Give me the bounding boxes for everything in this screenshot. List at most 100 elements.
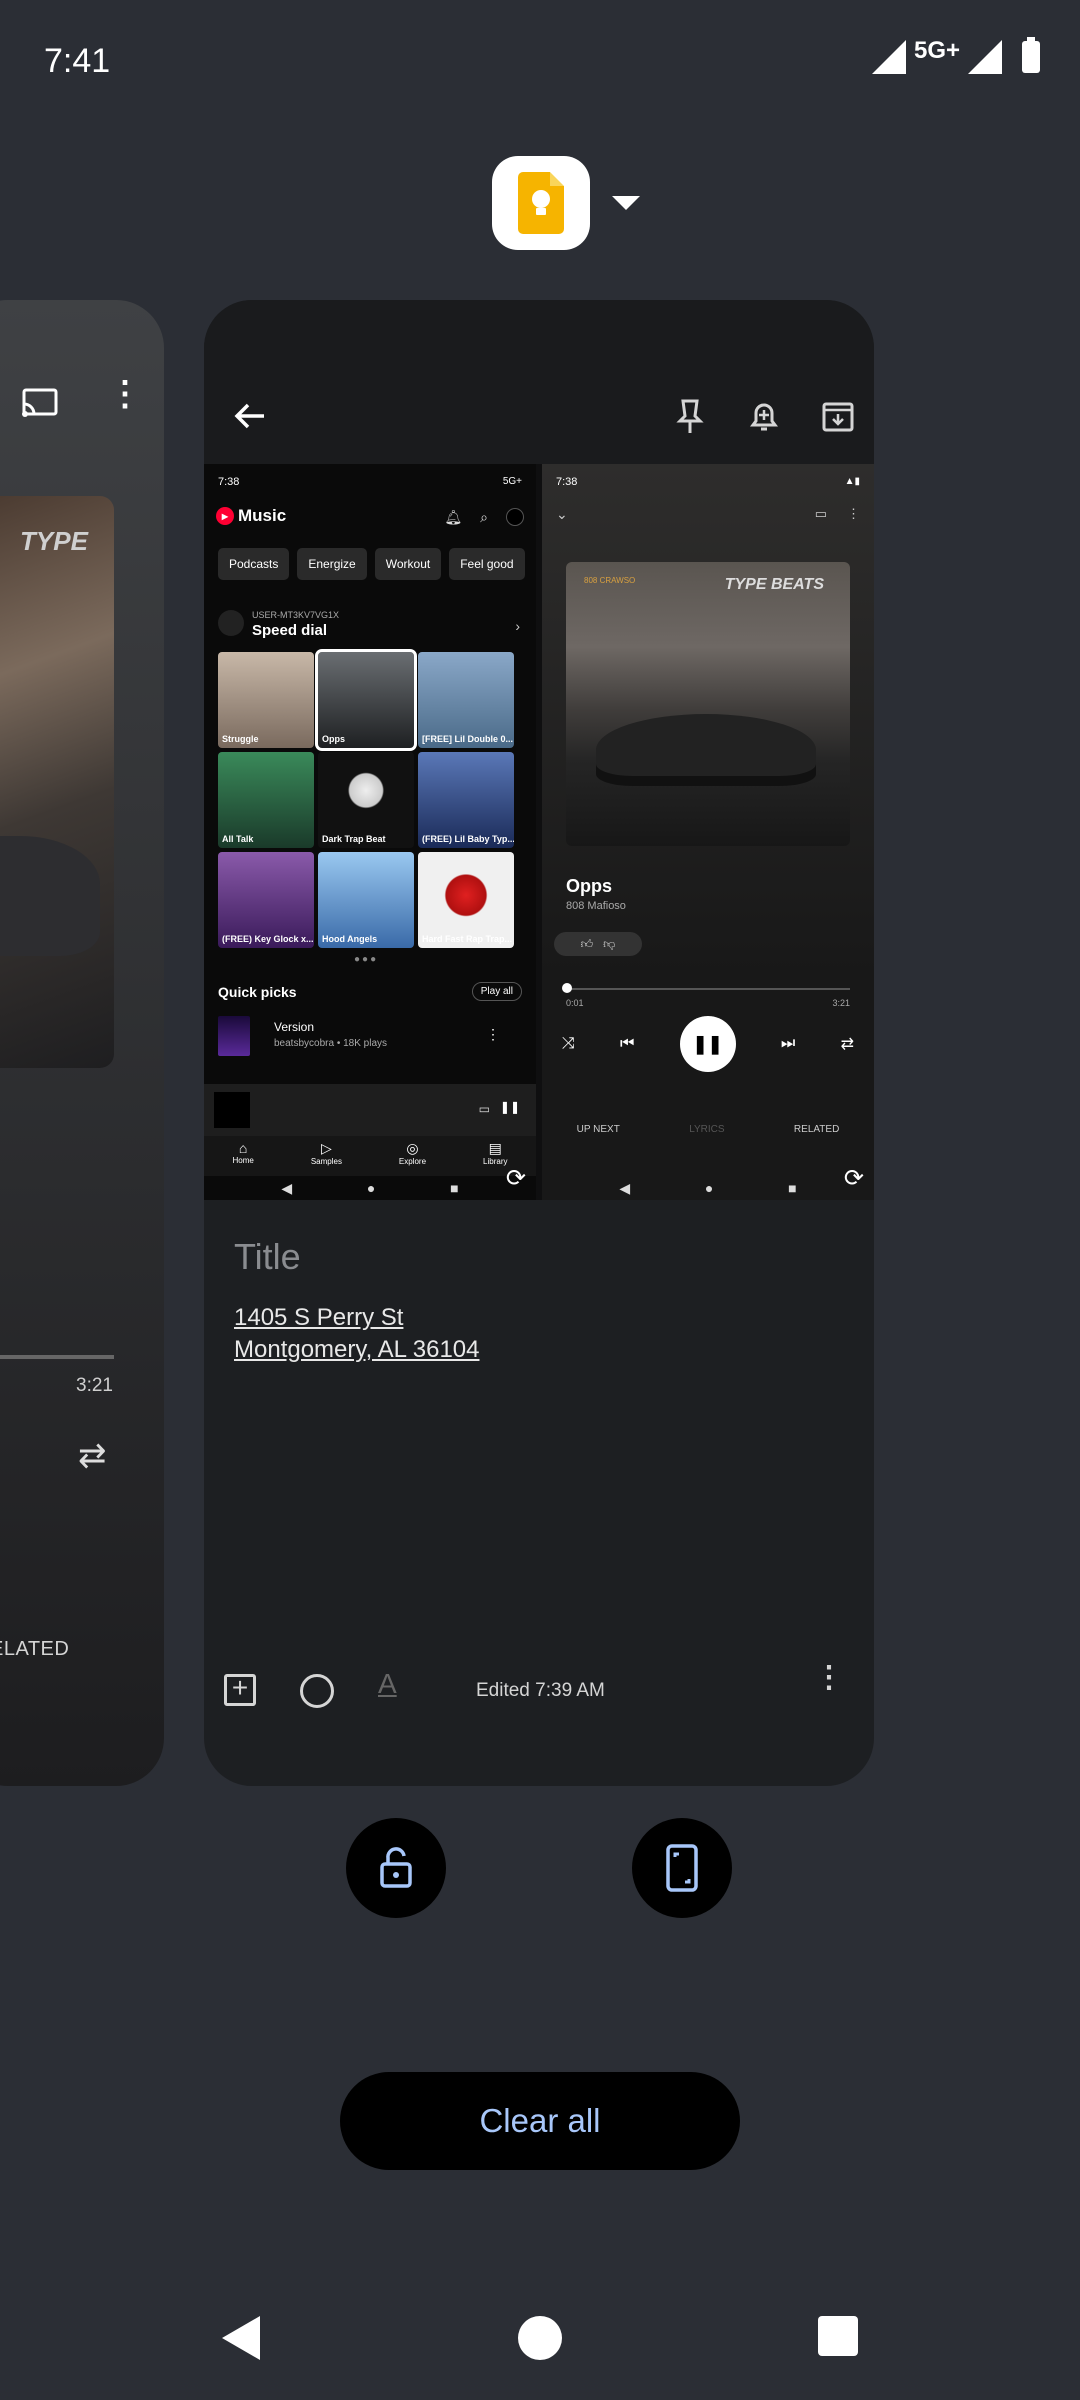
song-meta: beatsbycobra • 18K plays	[274, 1038, 388, 1049]
thumbs-down-icon: 👎︎	[603, 936, 616, 951]
pin-icon[interactable]	[670, 396, 710, 436]
chip-workout: Workout	[374, 548, 442, 580]
address-link-line1[interactable]: 1405 S Perry St	[234, 1302, 479, 1334]
app-menu-dropdown-icon[interactable]	[612, 196, 640, 210]
network-type: 5G+	[913, 37, 960, 64]
add-box-icon[interactable]: +	[224, 1674, 256, 1706]
rotate-icon: ⟳	[843, 1165, 864, 1192]
nav-home: ⌂ Home	[232, 1136, 253, 1176]
nav-samples: ▷ Samples	[311, 1136, 342, 1176]
notification-bell-icon: 🔔︎	[444, 508, 463, 525]
cast-icon: ▭	[814, 506, 827, 521]
library-icon: ▤	[488, 1140, 502, 1156]
bottom-nav: ⌂ Home ▷ Samples ◎ Explore ▤ Library	[204, 1136, 536, 1176]
nav-label: Samples	[310, 1157, 342, 1166]
song-title: Opps	[566, 876, 613, 896]
text-format-icon[interactable]: A	[378, 1668, 397, 1700]
play-all-button: Play all	[471, 982, 522, 1001]
reminder-bell-icon[interactable]	[744, 396, 784, 436]
tile-hard-fast-rap: Hard Fast Rap Trap...	[418, 852, 514, 948]
clear-all-button[interactable]: Clear all	[340, 2072, 740, 2170]
speed-dial-grid: Struggle Opps [FREE] Lil Double 0... All…	[218, 649, 518, 948]
back-icon: ◀	[281, 1179, 293, 1196]
note-body[interactable]: 1405 S Perry St Montgomery, AL 36104	[234, 1302, 479, 1366]
song-title: Version	[274, 1020, 315, 1034]
more-options-icon[interactable]: ⋮	[108, 377, 142, 411]
mini-player: ▭ ❚❚	[204, 1084, 536, 1136]
cast-icon[interactable]	[22, 388, 58, 418]
speed-dial-title: Speed dial	[252, 622, 328, 639]
screenshot-music-home[interactable]: 7:38 5G+ ▶ Music 🔔︎ ⌕ Podcasts Energize …	[204, 464, 536, 1200]
tile-hood-angels: Hood Angels	[318, 852, 414, 948]
back-arrow-icon[interactable]	[230, 396, 270, 436]
progress-bar[interactable]	[0, 1355, 114, 1359]
tile-label: All Talk	[222, 834, 254, 844]
screenshot-now-playing[interactable]: 7:38 ▲▮ ⌄ ▭ ⋮ 808 CRAWSO TYPE BEATS Opps…	[542, 464, 874, 1200]
repeat-icon: ⇄	[840, 1036, 854, 1053]
status-icons: 5G+	[871, 37, 1040, 74]
note-title-placeholder[interactable]: Title	[234, 1236, 301, 1278]
quick-picks-title: Quick picks	[218, 984, 297, 1000]
tile-label: Hood Angels	[322, 934, 378, 944]
tile-label: (FREE) Key Glock x...	[222, 934, 314, 944]
like-dislike-pill: 👍︎ 👎︎	[554, 932, 642, 956]
player-header-icons: ▭ ⋮	[815, 506, 860, 522]
page-dots: ●●●	[354, 954, 379, 965]
mini-status-time: 7:38	[556, 476, 578, 488]
album-art-logo: TYPE BEATS	[724, 576, 824, 593]
address-link-line2[interactable]: Montgomery, AL 36104	[234, 1334, 479, 1366]
recents-square-icon: ■	[450, 1180, 459, 1196]
chevron-down-icon: ⌄	[556, 506, 568, 522]
recent-card-youtube-music[interactable]: ⋮ TYPE 3:21 ⇄ ELATED	[0, 300, 164, 1786]
recents-icon[interactable]	[818, 2316, 858, 2356]
system-nav-bar	[0, 2300, 1080, 2400]
unlock-app-button[interactable]	[346, 1818, 446, 1918]
header-icons: 🔔︎ ⌕	[444, 508, 524, 526]
tile-label: Dark Trap Beat	[322, 834, 386, 844]
archive-icon[interactable]	[818, 396, 858, 436]
note-attached-images[interactable]: 7:38 5G+ ▶ Music 🔔︎ ⌕ Podcasts Energize …	[204, 464, 874, 1200]
album-art-tag: 808 CRAWSO	[584, 576, 636, 585]
note-bottom-toolbar: + A Edited 7:39 AM ⋮	[204, 1658, 874, 1738]
rotate-icon: ⟳	[505, 1165, 526, 1192]
google-keep-icon	[518, 172, 564, 234]
player-controls: ⤨ ⏮︎ ❚❚ ⏭︎ ⇄	[562, 1016, 854, 1072]
palette-icon[interactable]	[300, 1674, 334, 1708]
chip-podcasts: Podcasts	[218, 548, 290, 580]
tile-struggle: Struggle	[218, 652, 314, 748]
more-options-icon[interactable]: ⋮	[814, 1663, 844, 1693]
signal-icon	[871, 40, 906, 74]
explore-icon: ◎	[406, 1140, 419, 1156]
pause-button: ❚❚	[679, 1016, 736, 1072]
tile-dark-trap-beat: Dark Trap Beat	[318, 752, 414, 848]
tile-label: Hard Fast Rap Trap...	[422, 934, 513, 944]
app-icon-google-keep[interactable]	[492, 156, 590, 250]
mini-system-nav: ◀ ● ■	[542, 1176, 874, 1200]
player-tabs: UP NEXT LYRICS RELATED	[542, 1124, 874, 1135]
home-circle-icon: ●	[366, 1180, 376, 1196]
mini-system-nav: ◀ ● ■	[204, 1176, 536, 1200]
keep-toolbar	[204, 300, 874, 464]
tile-all-talk: All Talk	[218, 752, 314, 848]
tile-label: Opps	[322, 734, 346, 744]
tab-related[interactable]: ELATED	[0, 1638, 69, 1661]
recent-card-google-keep[interactable]: 7:38 5G+ ▶ Music 🔔︎ ⌕ Podcasts Energize …	[204, 300, 874, 1786]
mini-player-thumbnail	[214, 1092, 250, 1128]
tile-key-glock: (FREE) Key Glock x...	[218, 852, 314, 948]
tab-related: RELATED	[793, 1124, 840, 1135]
mini-status-icons: ▲▮	[844, 476, 860, 487]
home-icon[interactable]	[518, 2316, 562, 2360]
screenshot-button[interactable]	[632, 1818, 732, 1918]
artist-name: 808 Mafioso	[566, 900, 626, 912]
nav-label: Home	[232, 1156, 254, 1165]
pause-icon: ❚❚	[499, 1100, 520, 1114]
previous-icon: ⏮︎	[620, 1035, 635, 1052]
mini-status-icons: 5G+	[502, 476, 522, 487]
nav-label: Library	[483, 1157, 508, 1166]
phone-screenshot-icon	[666, 1844, 698, 1892]
tab-up-next: UP NEXT	[576, 1124, 620, 1135]
home-icon: ⌂	[238, 1140, 248, 1156]
repeat-icon[interactable]: ⇄	[78, 1436, 107, 1476]
chip-feel-good: Feel good	[449, 548, 525, 580]
back-icon[interactable]	[222, 2316, 260, 2360]
